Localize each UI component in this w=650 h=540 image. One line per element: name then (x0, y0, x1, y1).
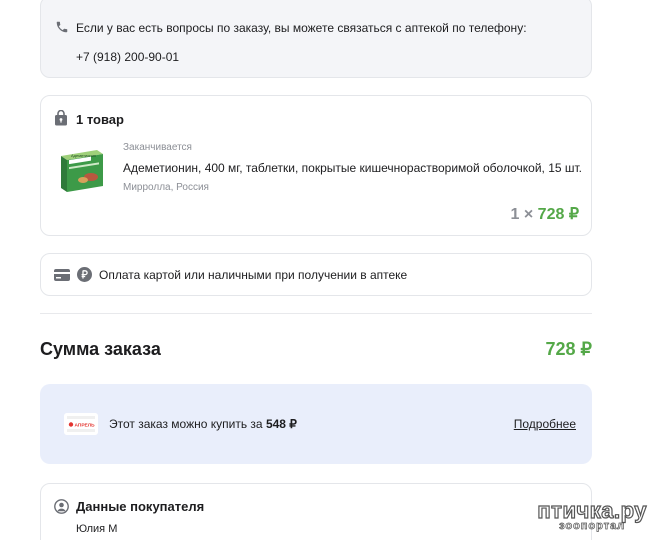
divider (40, 313, 592, 314)
credit-card-icon (54, 269, 70, 281)
promo-banner: АПРЕЛЬ Этот заказ можно купить за 548 ₽ … (40, 384, 592, 464)
user-icon (54, 499, 69, 514)
product-quantity: 1 × (510, 206, 534, 223)
product-price-row: 1 × 728 ₽ (511, 204, 579, 224)
phone-icon (56, 21, 68, 33)
product-price: 728 ₽ (537, 206, 579, 223)
contact-card: Если у вас есть вопросы по заказу, вы мо… (40, 0, 592, 78)
buyer-info-title: Данные покупателя (76, 499, 205, 514)
promo-details-link[interactable]: Подробнее (514, 417, 576, 431)
product-image[interactable]: Адеметионин (57, 142, 107, 194)
buyer-name: Юлия М (76, 523, 118, 535)
payment-method-card: Оплата картой или наличными при получени… (40, 253, 592, 296)
promo-price: 548 ₽ (265, 417, 297, 431)
contact-message: Если у вас есть вопросы по заказу, вы мо… (76, 21, 527, 35)
ruble-icon (77, 267, 92, 282)
items-count-title: 1 товар (76, 112, 124, 127)
product-manufacturer: Мирролла, Россия (123, 182, 209, 193)
payment-method-text: Оплата картой или наличными при получени… (99, 268, 408, 282)
promo-text: Этот заказ можно купить за 548 ₽ (109, 417, 297, 431)
order-sum-value: 728 ₽ (545, 339, 593, 359)
logo-text: АПРЕЛЬ (75, 422, 96, 428)
bag-lock-icon (55, 110, 67, 126)
watermark: птичка.ру зоопортал (537, 497, 647, 532)
stock-status: Заканчивается (123, 142, 192, 153)
product-box-label: Адеметионин (71, 153, 96, 158)
pharmacy-phone[interactable]: +7 (918) 200-90-01 (76, 50, 179, 64)
buyer-info-card: Данные покупателя Юлия М (40, 483, 592, 540)
promo-text-prefix: Этот заказ можно купить за (109, 417, 263, 431)
order-items-card: 1 товар Адеметионин Заканчивается Адемет… (40, 95, 592, 236)
product-name[interactable]: Адеметионин, 400 мг, таблетки, покрытые … (123, 161, 582, 175)
order-sum-label: Сумма заказа (40, 339, 161, 359)
april-pharmacy-logo: АПРЕЛЬ (64, 413, 98, 435)
